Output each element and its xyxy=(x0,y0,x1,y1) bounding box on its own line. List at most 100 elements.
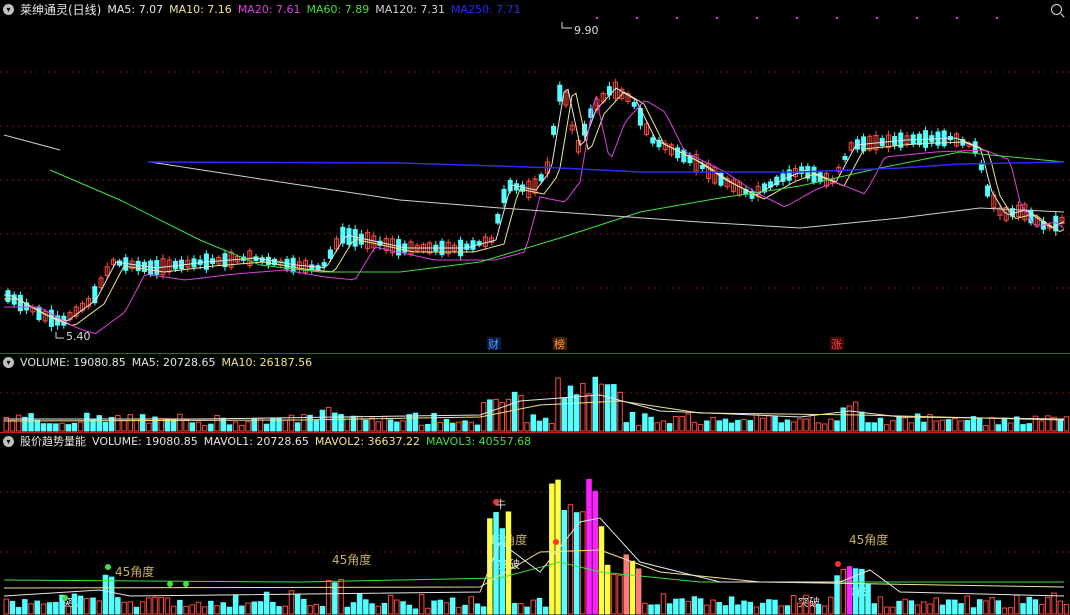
volume-bar xyxy=(239,424,245,432)
volume-bar xyxy=(214,415,220,432)
volume-bar xyxy=(400,420,406,432)
volume-bar xyxy=(896,415,902,432)
volume-bar xyxy=(59,422,65,432)
volume-bar xyxy=(1038,420,1045,432)
volume-bar xyxy=(747,420,753,432)
indicator-bar xyxy=(691,596,698,615)
candle xyxy=(842,155,848,160)
indicator-bar xyxy=(945,599,952,615)
indicator-bar xyxy=(1032,599,1039,615)
candlestick-chart[interactable]: 9.90 5.40 财 榜 涨 xyxy=(0,0,1070,353)
indicator-bar xyxy=(623,554,629,615)
volume-bar xyxy=(976,417,983,432)
indicator-bar xyxy=(710,599,716,615)
indicator-bar xyxy=(462,604,468,615)
volume-bar xyxy=(425,423,431,432)
indicator-bars[interactable]: 45角度 45角度 45角度 45角度 突破 突破 突破 突破 牛 xyxy=(0,432,1070,615)
volume-bar xyxy=(722,418,729,432)
volume-bar xyxy=(728,422,735,432)
volume-bar xyxy=(673,415,679,432)
indicator-bar xyxy=(877,596,884,615)
volume-pane[interactable]: ▾ VOLUME: 19080.85 MA5: 20728.65 MA10: 2… xyxy=(0,353,1070,432)
volume-bar xyxy=(890,420,896,432)
indicator-bar xyxy=(1045,596,1051,615)
indicator-bar xyxy=(34,600,40,615)
indicator-bar xyxy=(400,601,406,615)
volume-bar xyxy=(1063,416,1070,432)
candle xyxy=(352,229,358,247)
volume-bar xyxy=(418,424,425,432)
indicator-bar xyxy=(735,604,741,615)
candle xyxy=(551,125,557,135)
indicator-bar xyxy=(1020,603,1026,615)
event-marker-finance[interactable]: 财 xyxy=(488,337,499,351)
indicator-bar xyxy=(412,608,419,615)
volume-bar xyxy=(995,424,1001,432)
volume-bar xyxy=(772,416,778,432)
volume-bar xyxy=(753,414,760,432)
volume-bar xyxy=(1026,423,1032,432)
indicator-bar xyxy=(313,603,319,615)
signal-dot xyxy=(62,595,68,601)
volume-bar xyxy=(493,398,499,432)
volume-bar xyxy=(170,418,177,432)
collapse-icon[interactable]: ▾ xyxy=(3,435,14,447)
volume-bar xyxy=(623,422,629,432)
indicator-bar xyxy=(865,583,871,615)
volume-bar xyxy=(567,385,574,432)
indicator-bar xyxy=(9,600,16,615)
indicator-bar xyxy=(1014,595,1020,615)
indicator-pane[interactable]: ▾ 股价趋势量能 VOLUME: 19080.85 MAVOL1: 20728.… xyxy=(0,432,1070,615)
price-chart-pane[interactable]: ▾ 莱绅通灵(日线) MA5: 7.07 MA10: 7.16 MA20: 7.… xyxy=(0,0,1070,353)
dot-marker xyxy=(756,17,758,19)
indicator-bar xyxy=(418,594,425,615)
event-marker-rise[interactable]: 涨 xyxy=(831,338,842,351)
indicator-bar xyxy=(704,604,710,615)
volume-bar xyxy=(617,391,623,432)
indicator-bar xyxy=(71,593,78,615)
volume-bar xyxy=(394,421,400,432)
indicator-bar xyxy=(28,603,34,615)
event-marker-list[interactable]: 榜 xyxy=(554,337,565,351)
volume-bar xyxy=(53,423,59,432)
indicator-bar xyxy=(970,607,977,615)
indicator-bar xyxy=(660,593,667,615)
indicator-title: 股价趋势量能 xyxy=(20,435,86,448)
indicator-bar xyxy=(871,603,877,615)
volume-bar xyxy=(1007,422,1014,432)
indicator-bar xyxy=(629,560,636,615)
collapse-icon[interactable]: ▾ xyxy=(3,3,14,15)
indicator-bar xyxy=(480,606,487,615)
indicator-bar xyxy=(226,606,233,615)
volume-bar xyxy=(46,423,53,432)
volume-bar xyxy=(666,423,673,432)
volume-bar xyxy=(77,421,84,432)
ma5-label: MA5: 7.07 xyxy=(107,2,164,16)
indicator-bar xyxy=(741,600,747,615)
volume-bar xyxy=(245,421,251,432)
volume-bar xyxy=(536,420,543,432)
volume-bar xyxy=(660,420,667,432)
indicator-bar xyxy=(747,601,753,615)
volume-bar xyxy=(139,414,146,432)
ma60-label: MA60: 7.89 xyxy=(306,2,370,16)
volume-bar xyxy=(921,421,927,432)
volume-bar xyxy=(1020,424,1026,432)
ma250-label: MA250: 7.71 xyxy=(450,2,521,16)
indicator-bar xyxy=(40,603,47,615)
volume-bar xyxy=(449,422,456,432)
indicator-bar xyxy=(208,600,214,615)
volume-bar xyxy=(226,424,233,432)
volume-bar xyxy=(121,419,127,432)
indicator-bar xyxy=(896,600,902,615)
indicator-bar xyxy=(282,605,288,615)
stock-title: 莱绅通灵(日线) xyxy=(20,2,102,17)
ma120-line xyxy=(3,134,1065,229)
volume-bar xyxy=(908,422,915,432)
volume-bar xyxy=(332,412,338,432)
collapse-icon[interactable]: ▾ xyxy=(3,356,14,368)
indicator-bar xyxy=(220,602,226,615)
volume-bar xyxy=(294,422,301,432)
volume-bar xyxy=(642,413,648,432)
indicator-bar xyxy=(617,574,623,615)
